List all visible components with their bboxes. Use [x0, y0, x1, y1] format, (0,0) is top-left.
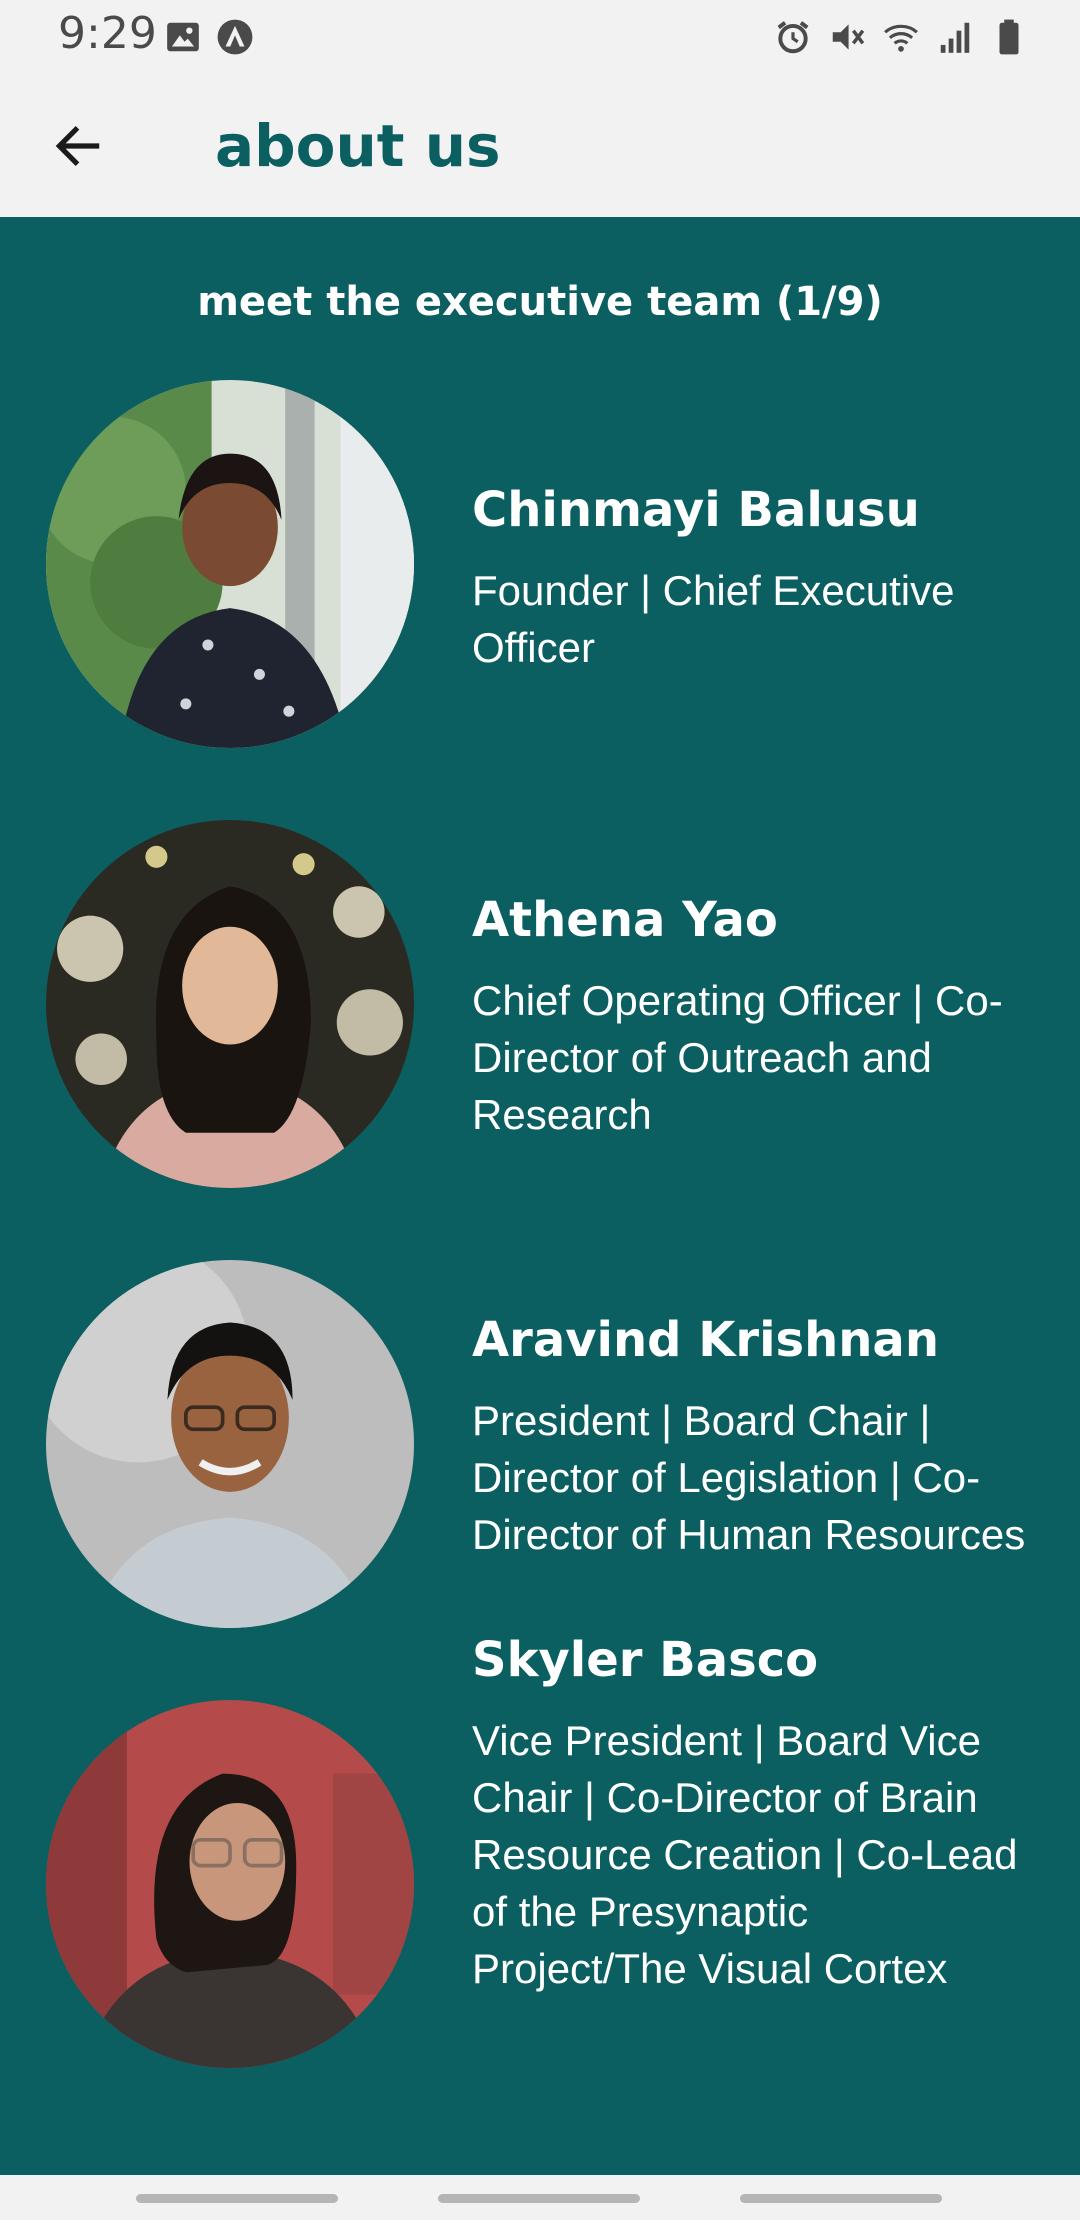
alarm-icon	[777, 21, 809, 54]
status-right-icons	[774, 18, 1028, 56]
battery-icon	[999, 19, 1019, 55]
member-role: Founder | Chief Executive Officer	[472, 567, 955, 671]
mute-icon	[832, 24, 865, 50]
nav-back-button[interactable]	[740, 2194, 942, 2203]
signal-icon	[940, 22, 970, 53]
member-name: Aravind Krishnan	[472, 1312, 939, 1368]
member-role: Vice President | Board Vice Chair | Co-D…	[472, 1717, 1018, 1992]
member-name: Chinmayi Balusu	[472, 482, 920, 538]
member-text: Chinmayi Balusu Founder | Chief Executiv…	[472, 480, 1032, 676]
avatar	[46, 380, 414, 748]
avatar	[46, 820, 414, 1188]
member-name: Skyler Basco	[472, 1632, 819, 1688]
arrow-left-icon	[55, 126, 100, 166]
member-text: Skyler Basco Vice President | Board Vice…	[472, 1630, 1032, 1997]
nav-recents-button[interactable]	[136, 2194, 338, 2203]
page-title: about us	[215, 112, 501, 180]
team-member-card: Skyler Basco Vice President | Board Vice…	[0, 1632, 1080, 2100]
team-member-card: Aravind Krishnan President | Board Chair…	[0, 1260, 1080, 1660]
status-time: 9:29	[58, 8, 157, 59]
nav-home-button[interactable]	[438, 2194, 640, 2203]
image-icon	[167, 22, 199, 52]
team-member-card: Chinmayi Balusu Founder | Chief Executiv…	[0, 380, 1080, 780]
back-button[interactable]	[40, 110, 116, 182]
app-bar: about us	[0, 72, 1080, 217]
status-left-icons	[164, 18, 254, 56]
wifi-icon	[884, 24, 918, 52]
avatar	[46, 1260, 414, 1628]
team-content[interactable]: meet the executive team (1/9) Chinmayi B…	[0, 217, 1080, 2175]
status-bar: 9:29	[0, 0, 1080, 72]
member-name: Athena Yao	[472, 892, 778, 948]
team-member-card: Athena Yao Chief Operating Officer | Co-…	[0, 820, 1080, 1220]
member-text: Aravind Krishnan President | Board Chair…	[472, 1310, 1032, 1563]
member-role: President | Board Chair | Director of Le…	[472, 1397, 1026, 1558]
section-heading: meet the executive team (1/9)	[197, 279, 883, 325]
member-text: Athena Yao Chief Operating Officer | Co-…	[472, 890, 1032, 1143]
app-notification-icon	[217, 19, 253, 55]
member-role: Chief Operating Officer | Co-Director of…	[472, 977, 1003, 1138]
avatar	[46, 1700, 414, 2068]
system-nav-bar	[0, 2175, 1080, 2220]
